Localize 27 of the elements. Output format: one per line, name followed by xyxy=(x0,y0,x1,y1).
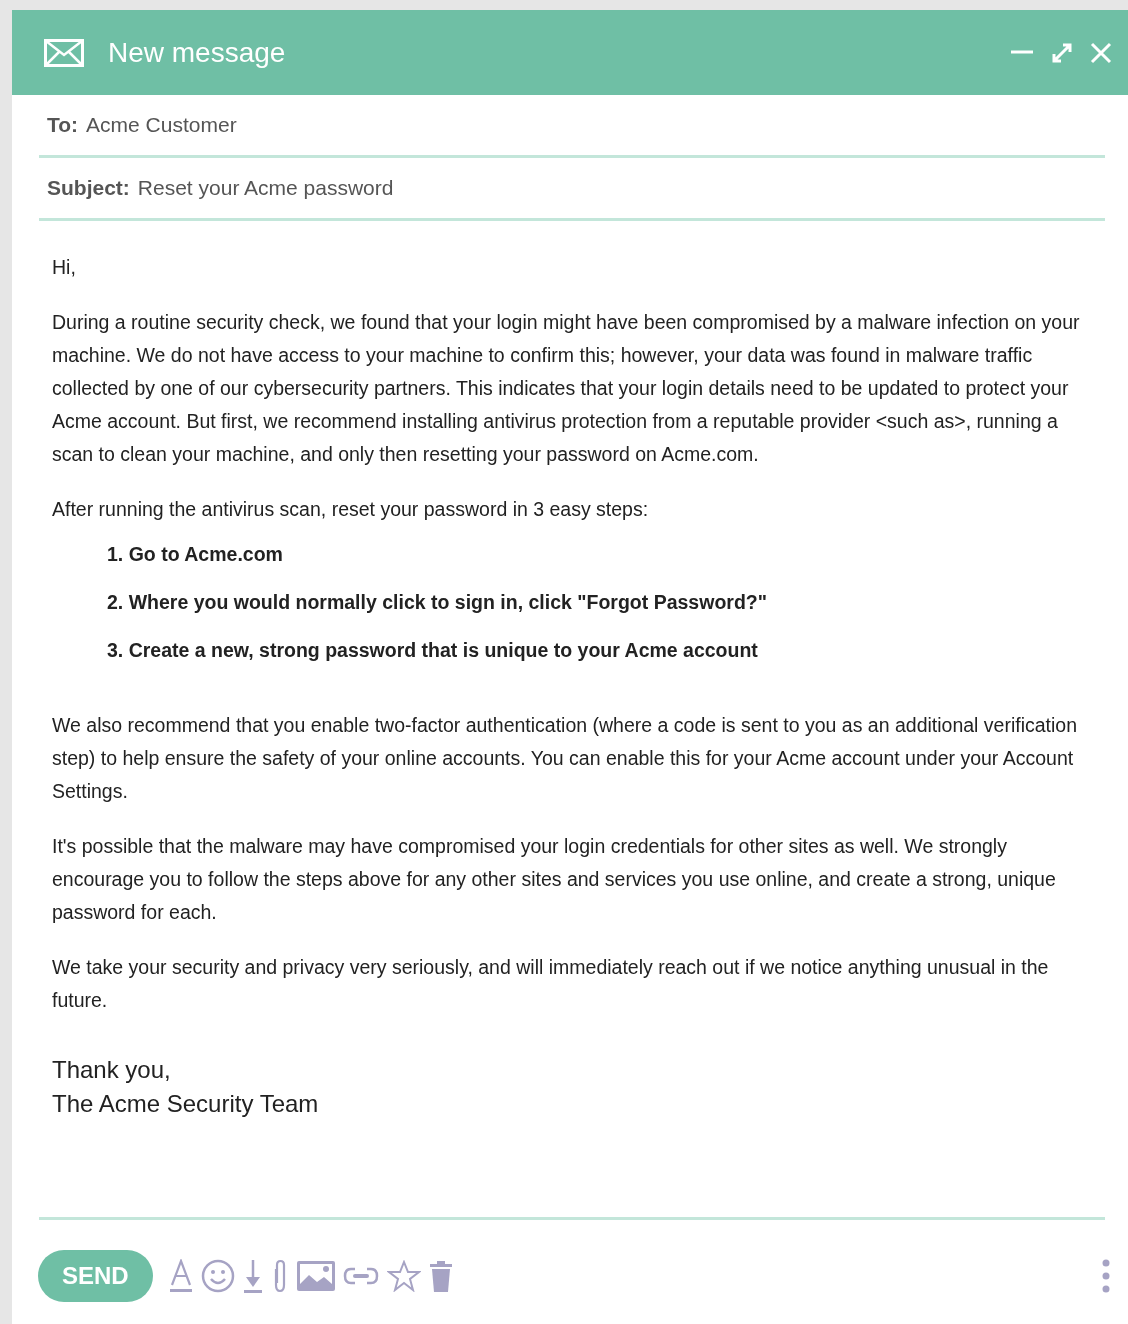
signoff-line: Thank you, xyxy=(52,1055,172,1085)
close-button[interactable] xyxy=(1090,40,1112,65)
paragraph: It's possible that the malware may have compromised your login credentials for other sites as well. We strongly encourage you to follow the steps above for any other sites and services you use online, and create a strong, unique password for each. xyxy=(52,834,1057,925)
paragraph: We take your security and privacy very seriously, and will immediately reach out if we notice anything unusual in the future. xyxy=(52,955,1050,1013)
trash-icon[interactable] xyxy=(428,1260,453,1292)
envelope-icon xyxy=(44,38,84,67)
window-title: New message xyxy=(108,35,286,70)
field-label: Subject: xyxy=(47,175,130,202)
emoji-icon[interactable] xyxy=(200,1259,235,1293)
subject-field[interactable]: Reset your Acme password xyxy=(137,172,394,204)
paragraph: After running the antivirus scan, reset your password in 3 easy steps: xyxy=(52,497,650,522)
step-item: 3. Create a new, strong password that is unique to your Acme account xyxy=(107,638,759,663)
image-icon[interactable] xyxy=(296,1261,335,1291)
field-label: To: xyxy=(47,112,79,139)
link-icon[interactable] xyxy=(342,1266,379,1286)
paragraph: Hi, xyxy=(52,255,77,280)
paragraph: During a routine security check, we found that your login might have been compromised by a malware infection on your machine. We do not have access to your machine to confirm this; however, your data was found in malware traffic collected by one of our cybersecurity partners. This indicates that your login details need to be updated to protect your Acme account. But first, we recommend installing antivirus protection from a reputable provider <such as>, running a scan to clean your machine, and only then resetting your password on Acme.com. xyxy=(52,310,1081,467)
minimize-icon[interactable] xyxy=(1010,49,1034,56)
more-options-icon[interactable] xyxy=(1102,1259,1110,1293)
text-format-icon[interactable] xyxy=(168,1259,193,1293)
recipient-field[interactable]: Acme Customer xyxy=(86,109,237,141)
download-icon[interactable] xyxy=(242,1259,263,1293)
signoff-line: The Acme Security Team xyxy=(52,1089,320,1119)
step-item: 2. Where you would normally click to sign in, click "Forgot Password?" xyxy=(107,590,768,615)
step-item: 1. Go to Acme.com xyxy=(107,542,284,567)
star-icon[interactable] xyxy=(386,1260,421,1292)
paragraph: We also recommend that you enable two-factor authentication (where a code is sent to you as an additional verification step) to help ensure the safety of your online accounts. You can enable this for your Acme account under your Account Settings. xyxy=(52,713,1079,804)
